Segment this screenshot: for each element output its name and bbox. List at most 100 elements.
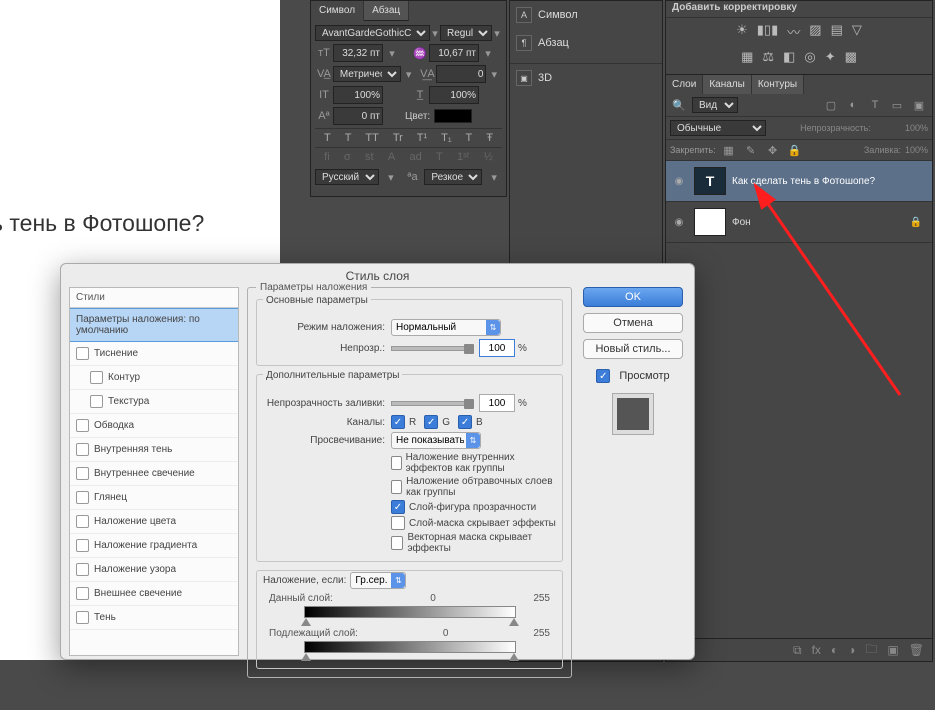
chevron-down-icon[interactable]: ▾ (385, 46, 399, 60)
effect-row[interactable]: Обводка (70, 414, 238, 438)
chevron-down-icon[interactable]: ▾ (432, 26, 438, 40)
baseline-shift-input[interactable] (333, 107, 383, 125)
grid-icon[interactable]: ▽ (852, 22, 862, 41)
lock-pixels-icon[interactable]: ✎ (744, 143, 758, 157)
visibility-eye-icon[interactable]: ◉ (670, 217, 688, 228)
effect-row[interactable]: Внутреннее свечение (70, 462, 238, 486)
layer-fill-value[interactable]: 100% (905, 145, 928, 155)
alt-icon[interactable]: σ (344, 151, 351, 163)
layer-name[interactable]: Как сделать тень в Фотошопе? (732, 176, 875, 187)
font-size-input[interactable] (333, 44, 383, 62)
subscript-icon[interactable]: T₁ (441, 132, 451, 144)
photo-filter-icon[interactable]: ◎ (804, 49, 815, 65)
opacity-value-input[interactable] (479, 339, 515, 357)
chevron-updown-icon[interactable]: ⇅ (486, 320, 500, 335)
chevron-down-icon[interactable]: ▾ (481, 46, 495, 60)
effect-checkbox[interactable] (76, 443, 89, 456)
levels-icon[interactable]: ▮▯▮ (757, 22, 778, 41)
discretionary-ligature-icon[interactable]: st (365, 151, 374, 163)
underline-icon[interactable]: T (466, 132, 473, 144)
effect-checkbox[interactable] (76, 539, 89, 552)
smart-object-filter-icon[interactable]: ▣ (912, 98, 926, 112)
search-icon[interactable]: 🔍 (672, 98, 686, 112)
exposure-icon[interactable]: ▨ (809, 22, 821, 41)
fraction-icon[interactable]: ½ (484, 151, 493, 163)
lock-transparency-icon[interactable]: ▦ (722, 143, 736, 157)
channel-r-checkbox[interactable]: ✓ (391, 415, 405, 429)
tab-character[interactable]: Символ (311, 1, 364, 21)
bold-icon[interactable]: T (324, 132, 331, 144)
fill-opacity-value-input[interactable] (479, 394, 515, 412)
type-layer-filter-icon[interactable]: T (868, 98, 882, 112)
option-checkbox[interactable]: ✓ (391, 500, 405, 514)
curves-icon[interactable]: 〰 (787, 22, 800, 41)
titling-alt-icon[interactable]: T (436, 151, 443, 163)
adjustment-layer-filter-icon[interactable]: ◐ (846, 98, 860, 112)
black-white-icon[interactable]: ◧ (783, 49, 795, 65)
effect-row[interactable]: Текстура (70, 390, 238, 414)
strikethrough-icon[interactable]: Ŧ (486, 132, 493, 144)
preview-checkbox[interactable]: ✓ (596, 369, 610, 383)
layer-name[interactable]: Фон (732, 217, 751, 228)
effect-row[interactable]: Внешнее свечение (70, 582, 238, 606)
tab-layers[interactable]: Слои (666, 75, 703, 94)
text-color-swatch[interactable] (434, 109, 472, 123)
lock-all-icon[interactable]: 🔒 (788, 143, 802, 157)
link-layers-icon[interactable]: ⧉ (793, 643, 802, 658)
pixel-layer-filter-icon[interactable]: ▢ (824, 98, 838, 112)
effect-checkbox[interactable] (76, 347, 89, 360)
layer-opacity-value[interactable]: 100% (905, 123, 928, 133)
this-layer-gradient[interactable] (304, 606, 516, 618)
film-icon[interactable]: ▤ (831, 22, 843, 41)
collapsed-item-paragraph[interactable]: ¶ Абзац (510, 29, 662, 57)
superscript-icon[interactable]: T¹ (417, 132, 427, 144)
new-style-button[interactable]: Новый стиль... (583, 339, 683, 359)
all-caps-icon[interactable]: TT (365, 132, 378, 144)
chevron-down-icon[interactable]: ▾ (488, 170, 500, 184)
option-checkbox[interactable] (391, 516, 405, 530)
italic-icon[interactable]: T (345, 132, 352, 144)
blending-options-row[interactable]: Параметры наложения: по умолчанию (70, 308, 238, 342)
ordinal-icon[interactable]: 1ˢᵗ (457, 151, 469, 163)
effect-checkbox[interactable] (76, 491, 89, 504)
effect-checkbox[interactable] (76, 587, 89, 600)
delete-layer-icon[interactable]: 🗑 (909, 643, 924, 657)
effect-row[interactable]: Глянец (70, 486, 238, 510)
chevron-down-icon[interactable]: ▾ (488, 67, 500, 81)
brightness-icon[interactable]: ☀ (736, 22, 748, 41)
channel-mixer-icon[interactable]: ✦ (825, 49, 836, 65)
ok-button[interactable]: OK (583, 287, 683, 307)
effect-checkbox[interactable] (90, 395, 103, 408)
color-lookup-icon[interactable]: ▩ (845, 49, 857, 65)
chevron-down-icon[interactable]: ▾ (403, 67, 415, 81)
stylistic-alt-icon[interactable]: ad (409, 151, 421, 163)
layer-mask-icon[interactable]: ◐ (831, 643, 838, 657)
effect-checkbox[interactable] (76, 563, 89, 576)
font-style-select[interactable]: Regular (440, 25, 492, 41)
effect-checkbox[interactable] (76, 419, 89, 432)
vertical-scale-input[interactable] (333, 86, 383, 104)
vibrance-icon[interactable]: ▦ (741, 49, 753, 65)
layer-style-icon[interactable]: fx (812, 643, 821, 657)
collapsed-item-character[interactable]: A Символ (510, 1, 662, 29)
tracking-input[interactable] (436, 65, 486, 83)
chevron-down-icon[interactable]: ▾ (385, 170, 397, 184)
blend-mode-select[interactable]: Нормальный (391, 319, 501, 336)
effect-row[interactable]: Наложение градиента (70, 534, 238, 558)
anti-alias-select[interactable]: Резкое (424, 169, 482, 185)
lock-position-icon[interactable]: ✥ (766, 143, 780, 157)
new-group-icon[interactable]: 🗀 (865, 640, 877, 661)
channel-g-checkbox[interactable]: ✓ (424, 415, 438, 429)
tab-paths[interactable]: Контуры (752, 75, 804, 94)
shape-layer-filter-icon[interactable]: ▭ (890, 98, 904, 112)
underlying-layer-gradient[interactable] (304, 641, 516, 653)
new-layer-icon[interactable]: ▣ (887, 643, 898, 657)
swash-icon[interactable]: A (388, 151, 395, 163)
effect-checkbox[interactable] (76, 515, 89, 528)
tab-channels[interactable]: Каналы (703, 75, 752, 94)
option-checkbox[interactable] (391, 536, 403, 550)
ligature-icon[interactable]: fi (324, 151, 330, 163)
kerning-select[interactable]: Метрический (333, 66, 401, 82)
option-checkbox[interactable] (391, 480, 402, 494)
visibility-eye-icon[interactable]: ◉ (670, 176, 688, 187)
